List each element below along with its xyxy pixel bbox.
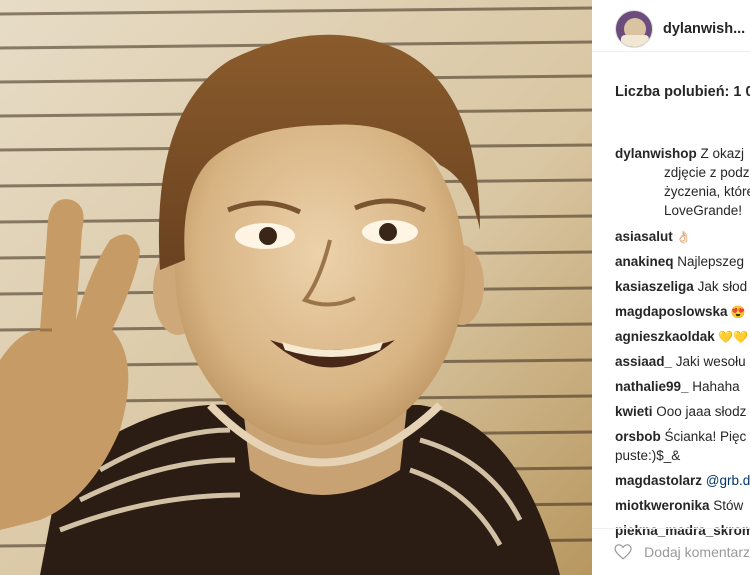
comment-text: Ooo jaaa słodz <box>652 404 747 419</box>
comment-username[interactable]: magdaposlowska <box>615 304 728 319</box>
comment-username[interactable]: orsbob <box>615 429 661 444</box>
likes-count[interactable]: Liczba polubień: 1 00 <box>592 52 750 132</box>
comment-username[interactable]: agnieszkaoldak <box>615 329 715 344</box>
caption-text-line-2: zdjęcie z podziękowa <box>664 165 750 180</box>
comment-username[interactable]: miotkweronika <box>615 498 710 513</box>
comment-text: Najlepszeg <box>673 254 745 269</box>
comment-text: 👌🏻 <box>672 230 692 244</box>
comment-item: anakineq Najlepszeg <box>615 249 750 274</box>
caption-text-line-4: LoveGrande! <box>664 203 743 218</box>
comment-item: kwieti Ooo jaaa słodz <box>615 399 750 424</box>
comment-item: miotkweronika Stów <box>615 493 750 518</box>
post-caption: dylanwishop Z okazj zdjęcie z podziękowa… <box>592 132 750 220</box>
comment-footer: Dodaj komentarz <box>592 528 750 575</box>
comment-item: agnieszkaoldak 💛💛 <box>615 324 750 349</box>
comment-username[interactable]: magdastolarz <box>615 473 702 488</box>
comment-mention-link[interactable]: @grb.deta <box>706 473 750 488</box>
comment-text: 😍 <box>727 305 746 319</box>
comment-item: magdaposlowska 😍 <box>615 299 750 324</box>
comment-item: assiaad_ Jaki wesołu <box>615 349 750 374</box>
comment-username[interactable]: kwieti <box>615 404 653 419</box>
comment-item: nathalie99_ Hahaha <box>615 374 750 399</box>
heart-icon[interactable] <box>614 541 632 563</box>
caption-text-line-3: życzenia, które jeszcz <box>664 184 750 199</box>
comment-text: Ścianka! Pięc <box>660 429 747 444</box>
comment-username[interactable]: asiasalut <box>615 229 673 244</box>
comment-item: asiasalut 👌🏻 <box>615 224 750 249</box>
avatar[interactable] <box>615 9 653 48</box>
header-username[interactable]: dylanwish... <box>663 21 745 37</box>
comment-text-continued: puste:)$_& <box>615 448 681 463</box>
comment-username[interactable]: anakineq <box>615 254 674 269</box>
comment-text: Stów <box>709 498 744 513</box>
comment-text: 💛💛 <box>714 330 749 344</box>
comment-item: kasiaszeliga Jak słod <box>615 274 750 299</box>
comment-username[interactable]: kasiaszeliga <box>615 279 694 294</box>
comment-text: Jaki wesołu <box>672 354 746 369</box>
caption-text-line-1: Z okazj <box>696 146 745 161</box>
post-sidebar: dylanwish... Liczba polubień: 1 00 dylan… <box>592 0 750 575</box>
add-comment-input[interactable]: Dodaj komentarz <box>644 544 750 560</box>
comment-item: orsbob Ścianka! Pięc puste:)$_& <box>615 424 750 468</box>
comment-item: magdastolarz @grb.deta <box>615 468 750 493</box>
caption-username[interactable]: dylanwishop <box>615 146 697 161</box>
comment-text: Jak słod <box>693 279 748 294</box>
post-header: dylanwish... <box>592 0 750 52</box>
comment-username[interactable]: assiaad_ <box>615 354 672 369</box>
comment-text: Hahaha <box>688 379 740 394</box>
comments-list: asiasalut 👌🏻 anakineq Najlepszeg kasiasz… <box>592 220 750 543</box>
comment-username[interactable]: nathalie99_ <box>615 379 689 394</box>
post-photo[interactable] <box>0 0 592 575</box>
